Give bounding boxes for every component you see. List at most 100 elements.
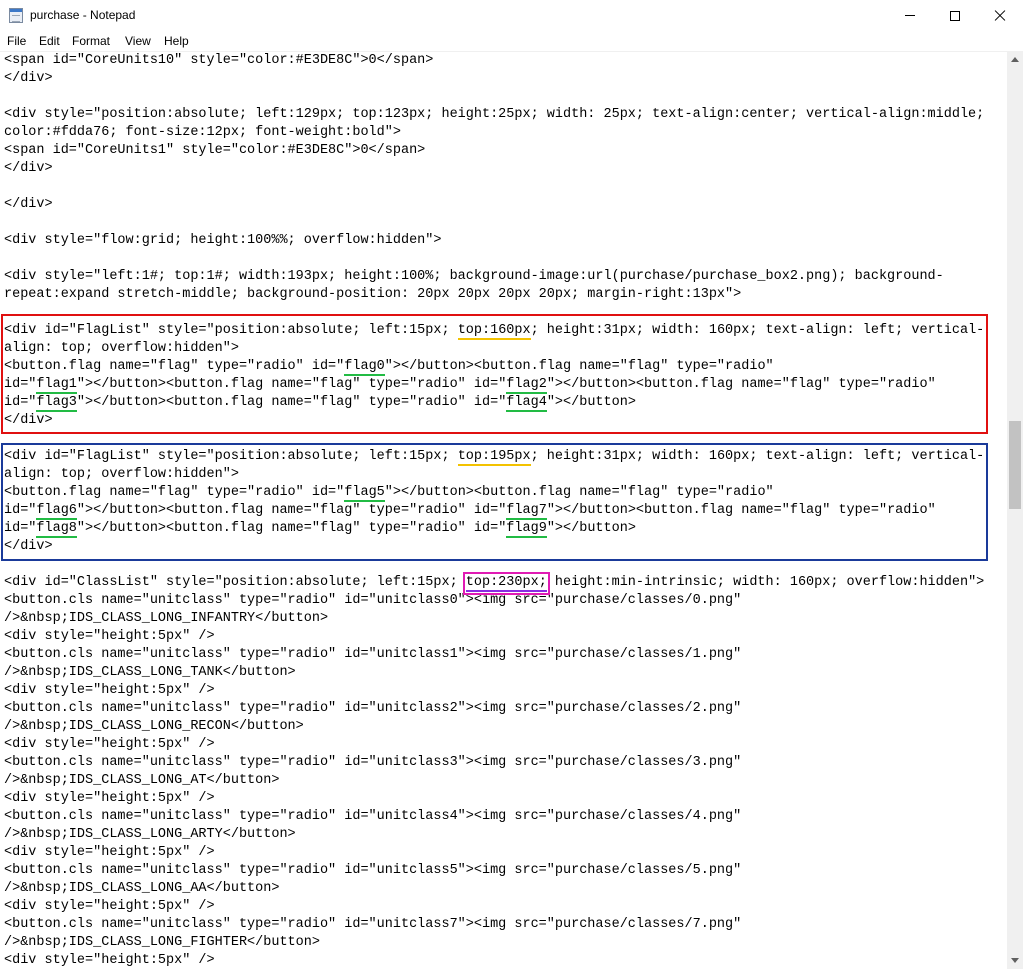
editor-line: <div style="height:5px" /> bbox=[4, 791, 215, 806]
notepad-icon bbox=[9, 8, 23, 23]
menu-view[interactable]: View bbox=[125, 34, 151, 48]
editor-line: <button.flag name="flag" type="radio" id… bbox=[4, 358, 1004, 376]
editor-line: <button.flag name="flag" type="radio" id… bbox=[4, 484, 1004, 502]
editor-line: align: top; overflow:hidden"> bbox=[4, 467, 239, 482]
code-text: "></button><button.flag name="flag" type… bbox=[546, 503, 936, 518]
editor-line: <div style="height:5px" /> bbox=[4, 683, 215, 698]
editor-line: <div style="height:5px" /> bbox=[4, 629, 215, 644]
menu-format[interactable]: Format bbox=[72, 34, 110, 48]
editor-line: <button.cls name="unitclass" type="radio… bbox=[4, 701, 742, 716]
underline-highlight: flag0 bbox=[344, 359, 385, 376]
editor-line: <div style="position:absolute; left:129p… bbox=[4, 107, 985, 122]
code-text: ; height:31px; width: 160px; text-align:… bbox=[530, 323, 985, 338]
editor-line: <div style="height:5px" /> bbox=[4, 845, 215, 860]
editor-line: <div style="height:5px" /> bbox=[4, 899, 215, 914]
editor-line: <div style="flow:grid; height:100%%; ove… bbox=[4, 233, 442, 248]
editor-line: id="flag6"></button><button.flag name="f… bbox=[4, 502, 1004, 520]
editor-line: id="flag1"></button><button.flag name="f… bbox=[4, 376, 1004, 394]
minimize-button[interactable] bbox=[887, 0, 933, 31]
editor-line: </div> bbox=[4, 413, 53, 428]
code-text: "></button><button.flag name="flag" type… bbox=[546, 377, 936, 392]
scroll-thumb[interactable] bbox=[1009, 421, 1021, 509]
window-title: purchase - Notepad bbox=[30, 8, 136, 22]
editor-line: align: top; overflow:hidden"> bbox=[4, 341, 239, 356]
underline-highlight: flag7 bbox=[506, 503, 547, 520]
code-text: "></button><button.flag name="flag" type… bbox=[76, 395, 507, 410]
editor-line: <div style="height:5px" /> bbox=[4, 953, 215, 968]
editor-line: <span id="CoreUnits1" style="color:#E3DE… bbox=[4, 143, 426, 158]
underline-highlight: flag2 bbox=[506, 377, 547, 394]
editor-line: <div style="height:5px" /> bbox=[4, 737, 215, 752]
editor-content[interactable]: <span id="CoreUnits10" style="color:#E3D… bbox=[4, 52, 1004, 969]
editor-line: />&nbsp;IDS_CLASS_LONG_FIGHTER</button> bbox=[4, 935, 320, 950]
underline-highlight: flag9 bbox=[506, 521, 547, 538]
underline-highlight: flag4 bbox=[506, 395, 547, 412]
editor-line: <div id="FlagList" style="position:absol… bbox=[4, 448, 1004, 466]
underline-highlight: flag3 bbox=[36, 395, 77, 412]
editor-line: />&nbsp;IDS_CLASS_LONG_RECON</button> bbox=[4, 719, 304, 734]
underline-highlight: flag8 bbox=[36, 521, 77, 538]
editor-line: <button.cls name="unitclass" type="radio… bbox=[4, 809, 742, 824]
editor-line: </div> bbox=[4, 539, 53, 554]
boxed-highlight: top:230px; bbox=[462, 572, 550, 595]
close-icon bbox=[994, 10, 1006, 22]
code-text: <button.flag name="flag" type="radio" id… bbox=[4, 359, 345, 374]
editor-line: <button.cls name="unitclass" type="radio… bbox=[4, 917, 742, 932]
editor-line: </div> bbox=[4, 71, 53, 86]
code-text: "></button> bbox=[546, 521, 636, 536]
editor-line: />&nbsp;IDS_CLASS_LONG_AT</button> bbox=[4, 773, 280, 788]
editor-line: <div id="ClassList" style="position:abso… bbox=[4, 572, 1004, 595]
minimize-icon bbox=[905, 15, 915, 16]
editor-line: <button.cls name="unitclass" type="radio… bbox=[4, 863, 742, 878]
code-text: <div id="ClassList" style="position:abso… bbox=[4, 575, 466, 590]
title-bar: purchase - Notepad bbox=[0, 0, 1023, 31]
code-text: <div id="FlagList" style="position:absol… bbox=[4, 449, 458, 464]
code-text: id=" bbox=[4, 503, 37, 518]
editor-line: id="flag3"></button><button.flag name="f… bbox=[4, 394, 1004, 412]
code-text: height:min-intrinsic; width: 160px; over… bbox=[546, 575, 985, 590]
maximize-icon bbox=[950, 10, 960, 21]
underline-highlight: top:160px bbox=[457, 323, 531, 340]
editor-line: <div id="FlagList" style="position:absol… bbox=[4, 322, 1004, 340]
code-text: "></button><button.flag name="flag" type… bbox=[76, 521, 507, 536]
code-text: "></button><button.flag name="flag" type… bbox=[384, 359, 774, 374]
editor-line: />&nbsp;IDS_CLASS_LONG_INFANTRY</button> bbox=[4, 611, 329, 626]
close-button[interactable] bbox=[977, 0, 1023, 31]
code-text: <div id="FlagList" style="position:absol… bbox=[4, 323, 458, 338]
editor-line: <div style="left:1#; top:1#; width:193px… bbox=[4, 269, 944, 284]
editor-line: id="flag8"></button><button.flag name="f… bbox=[4, 520, 1004, 538]
editor-line: color:#fdda76; font-size:12px; font-weig… bbox=[4, 125, 401, 140]
code-text: <button.flag name="flag" type="radio" id… bbox=[4, 485, 345, 500]
maximize-button[interactable] bbox=[932, 0, 978, 31]
underline-highlight: flag6 bbox=[36, 503, 77, 520]
code-text: "></button> bbox=[546, 395, 636, 410]
editor-line: </div> bbox=[4, 161, 53, 176]
menu-file[interactable]: File bbox=[7, 34, 26, 48]
editor-line: repeat:expand stretch-middle; background… bbox=[4, 287, 742, 302]
underline-highlight: top:195px bbox=[457, 449, 531, 466]
code-text: id=" bbox=[4, 377, 37, 392]
menu-help[interactable]: Help bbox=[164, 34, 189, 48]
editor-line: />&nbsp;IDS_CLASS_LONG_TANK</button> bbox=[4, 665, 296, 680]
code-text: id=" bbox=[4, 521, 37, 536]
editor-line: <button.cls name="unitclass" type="radio… bbox=[4, 755, 742, 770]
menu-edit[interactable]: Edit bbox=[39, 34, 60, 48]
text-editor[interactable]: <span id="CoreUnits10" style="color:#E3D… bbox=[0, 51, 1007, 969]
code-text: "></button><button.flag name="flag" type… bbox=[76, 377, 507, 392]
editor-line: <button.cls name="unitclass" type="radio… bbox=[4, 647, 742, 662]
editor-line: <span id="CoreUnits10" style="color:#E3D… bbox=[4, 53, 434, 68]
scroll-up-icon[interactable] bbox=[1011, 57, 1019, 62]
underline-highlight: flag5 bbox=[344, 485, 385, 502]
vertical-scrollbar[interactable] bbox=[1007, 51, 1023, 969]
code-text: "></button><button.flag name="flag" type… bbox=[384, 485, 774, 500]
editor-line: </div> bbox=[4, 197, 53, 212]
code-text: "></button><button.flag name="flag" type… bbox=[76, 503, 507, 518]
scroll-down-icon[interactable] bbox=[1011, 958, 1019, 963]
